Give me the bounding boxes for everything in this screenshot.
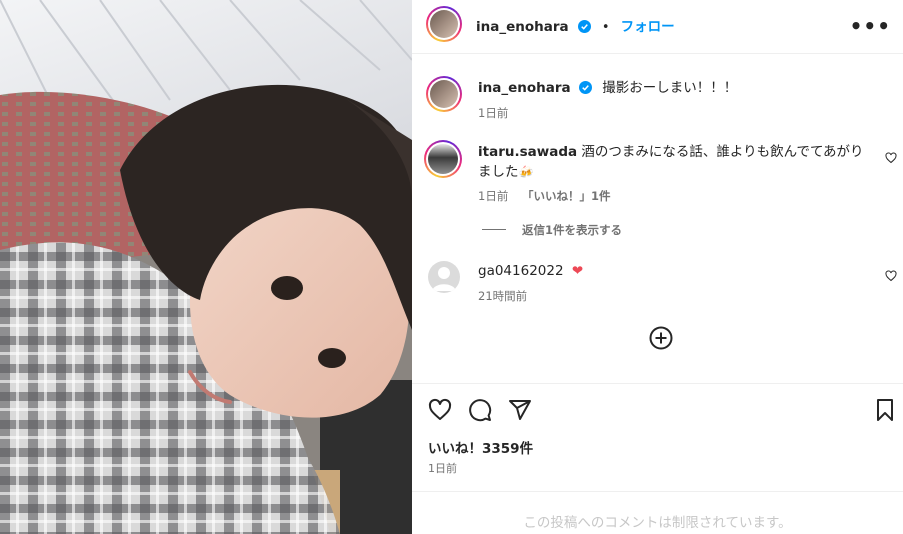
replies-line — [482, 229, 506, 230]
view-replies-link[interactable]: 返信1件を表示する — [522, 222, 622, 238]
verified-badge-icon — [577, 20, 591, 33]
comments-restricted-notice: この投稿へのコメントは制限されています。 — [523, 515, 792, 531]
likes-count[interactable]: いいね！3359件 — [428, 437, 533, 457]
post-timestamp[interactable]: 1日前 — [428, 460, 457, 476]
comment-body: ga04162022 ❤ — [478, 261, 583, 281]
caption-username[interactable]: ina_enohara — [478, 80, 571, 96]
share-send-icon[interactable] — [508, 398, 532, 422]
post-photo-illustration — [0, 0, 412, 534]
beer-emoji-icon: 🍻 — [518, 165, 534, 179]
separator-dot: • — [601, 20, 610, 35]
comment-meta: 1日前 「いいね！」1件 — [478, 188, 611, 204]
comment-body: itaru.sawada 酒のつまみになる話、誰よりも飲んでてあがりました🍻 — [478, 142, 873, 182]
comment-bubble-icon[interactable] — [468, 398, 492, 422]
comment-username[interactable]: itaru.sawada — [478, 144, 577, 160]
author-avatar[interactable] — [426, 6, 462, 42]
header-user-row: ina_enohara • フォロー — [476, 15, 675, 35]
load-more-plus-icon[interactable] — [649, 326, 673, 350]
post-photo[interactable] — [0, 0, 412, 534]
like-heart-icon[interactable] — [428, 398, 452, 422]
comment-time[interactable]: 1日前 — [478, 189, 508, 203]
instagram-post-view: ina_enohara • フォロー ••• ina_enohara 撮影おーし… — [0, 0, 903, 534]
post-side-panel: ina_enohara • フォロー ••• ina_enohara 撮影おーし… — [412, 0, 903, 534]
commenter-avatar[interactable] — [424, 140, 462, 178]
divider — [412, 383, 903, 384]
comment-like-heart-icon[interactable] — [885, 152, 897, 164]
caption-time[interactable]: 1日前 — [478, 105, 508, 121]
post-header: ina_enohara • フォロー ••• — [412, 0, 903, 54]
comment-likes[interactable]: 「いいね！」1件 — [522, 189, 611, 203]
author-username[interactable]: ina_enohara — [476, 19, 569, 35]
comment-username[interactable]: ga04162022 — [478, 263, 564, 279]
verified-badge-icon — [578, 81, 592, 94]
follow-button[interactable]: フォロー — [621, 19, 675, 35]
default-avatar-icon[interactable] — [428, 261, 460, 293]
caption-row: ina_enohara 撮影おーしまい！！！ — [478, 78, 737, 98]
divider — [412, 491, 903, 492]
red-heart-emoji-icon: ❤ — [571, 263, 584, 279]
more-options-icon[interactable]: ••• — [850, 14, 891, 38]
save-bookmark-icon[interactable] — [873, 398, 897, 422]
caption-avatar[interactable] — [426, 76, 462, 112]
comment-time[interactable]: 21時間前 — [478, 288, 527, 304]
caption-text: 撮影おーしまい！！！ — [602, 80, 738, 96]
comment-like-heart-icon[interactable] — [885, 270, 897, 282]
